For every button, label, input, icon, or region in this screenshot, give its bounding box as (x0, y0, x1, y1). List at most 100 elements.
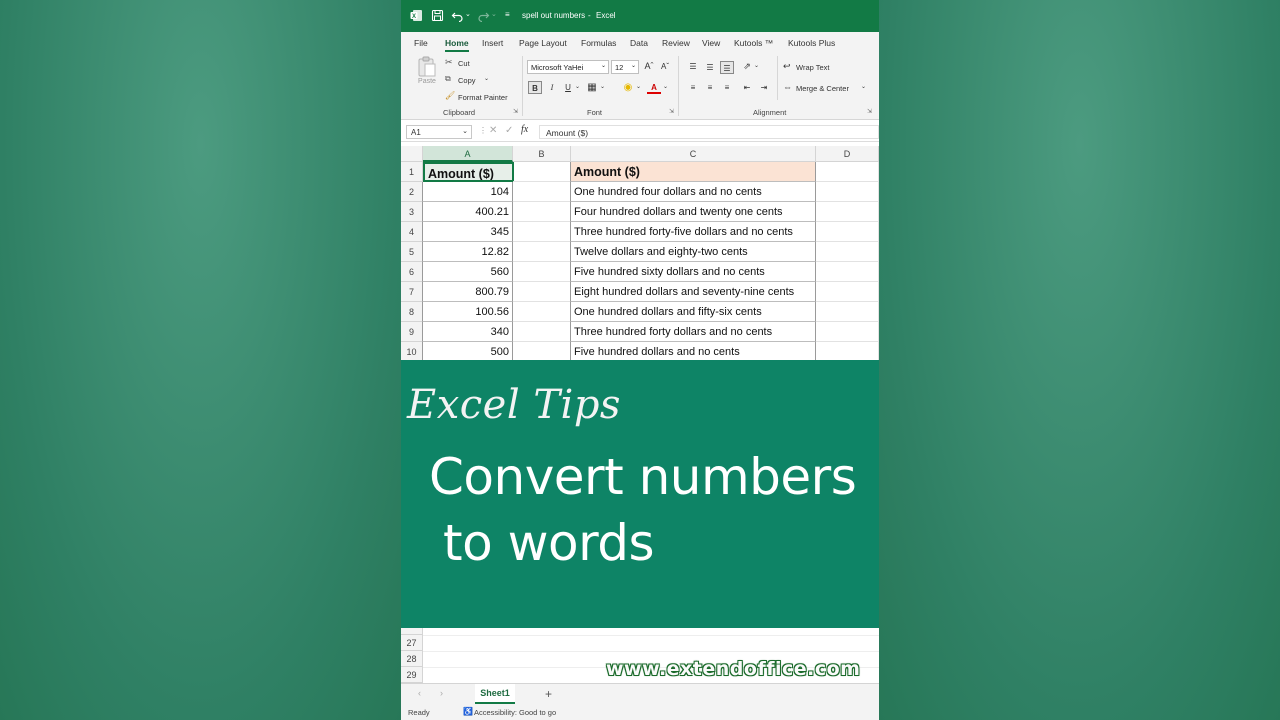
alignment-launcher-icon[interactable]: ⇲ (867, 108, 872, 115)
font-color-dropdown-icon[interactable]: ⌄ (663, 83, 668, 90)
merge-center-button[interactable]: Merge & Center (796, 84, 849, 93)
insert-function-icon[interactable]: fx (521, 124, 528, 135)
borders-dropdown-icon[interactable]: ⌄ (600, 83, 605, 90)
cell-b[interactable] (513, 162, 571, 182)
align-top-icon[interactable]: ☰ (686, 60, 700, 73)
row-header[interactable]: 1 (401, 162, 423, 182)
row-header-27[interactable]: 27 (401, 635, 423, 651)
select-all-corner[interactable] (401, 146, 423, 162)
cell-b[interactable] (513, 222, 571, 242)
redo-icon[interactable] (477, 9, 490, 22)
tab-data[interactable]: Data (630, 38, 648, 48)
cell-amount[interactable]: 12.82 (422, 242, 513, 262)
add-sheet-button[interactable]: + (545, 687, 552, 701)
cell-amount-words[interactable]: Twelve dollars and eighty-two cents (570, 242, 816, 262)
cell-amount[interactable]: 100.56 (422, 302, 513, 322)
formula-input[interactable]: Amount ($) (539, 125, 879, 139)
row-header[interactable]: 4 (401, 222, 423, 242)
tab-insert[interactable]: Insert (482, 38, 503, 48)
font-launcher-icon[interactable]: ⇲ (669, 108, 674, 115)
cell-amount-words[interactable]: Three hundred forty-five dollars and no … (570, 222, 816, 242)
row-header[interactable]: 5 (401, 242, 423, 262)
cell-d[interactable] (816, 302, 879, 322)
tab-page-layout[interactable]: Page Layout (519, 38, 567, 48)
tab-view[interactable]: View (702, 38, 720, 48)
row-header[interactable]: 2 (401, 182, 423, 202)
tab-file[interactable]: File (414, 38, 428, 48)
cell-amount[interactable]: 400.21 (422, 202, 513, 222)
cell-amount[interactable]: 500 (422, 342, 513, 360)
cell-d[interactable] (816, 242, 879, 262)
bold-icon[interactable]: B (528, 81, 542, 94)
decrease-font-size-icon[interactable]: Aˇ (658, 60, 672, 73)
column-header-a[interactable]: A (423, 146, 513, 162)
font-name-select[interactable]: Microsoft YaHei ⌄ (527, 60, 609, 74)
column-header-c[interactable]: C (571, 146, 816, 162)
cell-a1-header[interactable]: Amount ($) (423, 162, 514, 182)
italic-icon[interactable]: I (545, 81, 559, 94)
cell-b[interactable] (513, 182, 571, 202)
cell-d[interactable] (816, 322, 879, 342)
cell-b[interactable] (513, 202, 571, 222)
align-middle-icon[interactable]: ☰ (703, 61, 717, 74)
cell-amount[interactable]: 800.79 (422, 282, 513, 302)
cell-b[interactable] (513, 342, 571, 360)
cut-button[interactable]: Cut (458, 59, 470, 68)
orientation-dropdown-icon[interactable]: ⌄ (754, 62, 759, 69)
customize-toolbar-icon[interactable]: ≡ (505, 10, 510, 19)
font-color-icon[interactable]: A (647, 81, 661, 94)
cell-amount-words[interactable]: Three hundred forty dollars and no cents (570, 322, 816, 342)
align-center-icon[interactable]: ≡ (703, 81, 717, 94)
status-accessibility[interactable]: Accessibility: Good to go (474, 708, 556, 717)
cell-amount[interactable]: 560 (422, 262, 513, 282)
copy-dropdown-icon[interactable]: ⌄ (484, 75, 489, 82)
cell-amount-words[interactable]: Five hundred dollars and no cents (570, 342, 816, 360)
save-icon[interactable] (431, 9, 444, 22)
cell-amount-words[interactable]: Four hundred dollars and twenty one cent… (570, 202, 816, 222)
row-header-29[interactable]: 29 (401, 667, 423, 683)
name-box[interactable]: A1 ⌄ (406, 125, 472, 139)
font-size-select[interactable]: 12 ⌄ (611, 60, 639, 74)
scroll-right-icon[interactable]: › (440, 688, 443, 698)
cell-d[interactable] (816, 202, 879, 222)
cell-amount-words[interactable]: Five hundred sixty dollars and no cents (570, 262, 816, 282)
cell-b[interactable] (513, 242, 571, 262)
paste-button[interactable]: Paste (415, 56, 439, 96)
cell-d[interactable] (816, 162, 879, 182)
tab-home[interactable]: Home (445, 38, 469, 52)
underline-icon[interactable]: U (561, 81, 575, 94)
row-header-28[interactable]: 28 (401, 651, 423, 667)
row-header[interactable]: 6 (401, 262, 423, 282)
row-header[interactable]: 7 (401, 282, 423, 302)
cell-b[interactable] (513, 302, 571, 322)
cell-amount[interactable]: 104 (422, 182, 513, 202)
row-header[interactable]: 9 (401, 322, 423, 342)
merge-dropdown-icon[interactable]: ⌄ (861, 83, 866, 90)
row-header[interactable]: 3 (401, 202, 423, 222)
increase-indent-icon[interactable]: ⇥ (757, 81, 771, 94)
format-painter-button[interactable]: Format Painter (458, 93, 508, 102)
enter-icon[interactable]: ✓ (505, 125, 513, 136)
column-header-d[interactable]: D (816, 146, 879, 162)
fill-color-icon[interactable]: ◉ (621, 81, 635, 94)
cell-d[interactable] (816, 222, 879, 242)
undo-icon[interactable] (451, 9, 464, 22)
cell-amount[interactable]: 340 (422, 322, 513, 342)
wrap-text-button[interactable]: Wrap Text (796, 63, 830, 72)
cell-d[interactable] (816, 262, 879, 282)
row-header[interactable]: 10 (401, 342, 423, 360)
row-header[interactable]: 8 (401, 302, 423, 322)
cell-d[interactable] (816, 282, 879, 302)
tab-review[interactable]: Review (662, 38, 690, 48)
cell-b[interactable] (513, 322, 571, 342)
clipboard-launcher-icon[interactable]: ⇲ (513, 108, 518, 115)
borders-icon[interactable]: ▦ (585, 81, 599, 94)
cell-b[interactable] (513, 262, 571, 282)
cell-b[interactable] (513, 282, 571, 302)
underline-dropdown-icon[interactable]: ⌄ (575, 83, 580, 90)
tab-kutools[interactable]: Kutools ™ (734, 38, 773, 48)
tab-kutools-plus[interactable]: Kutools Plus (788, 38, 835, 48)
tab-formulas[interactable]: Formulas (581, 38, 616, 48)
cell-amount-words[interactable]: Eight hundred dollars and seventy-nine c… (570, 282, 816, 302)
cell-d[interactable] (816, 182, 879, 202)
